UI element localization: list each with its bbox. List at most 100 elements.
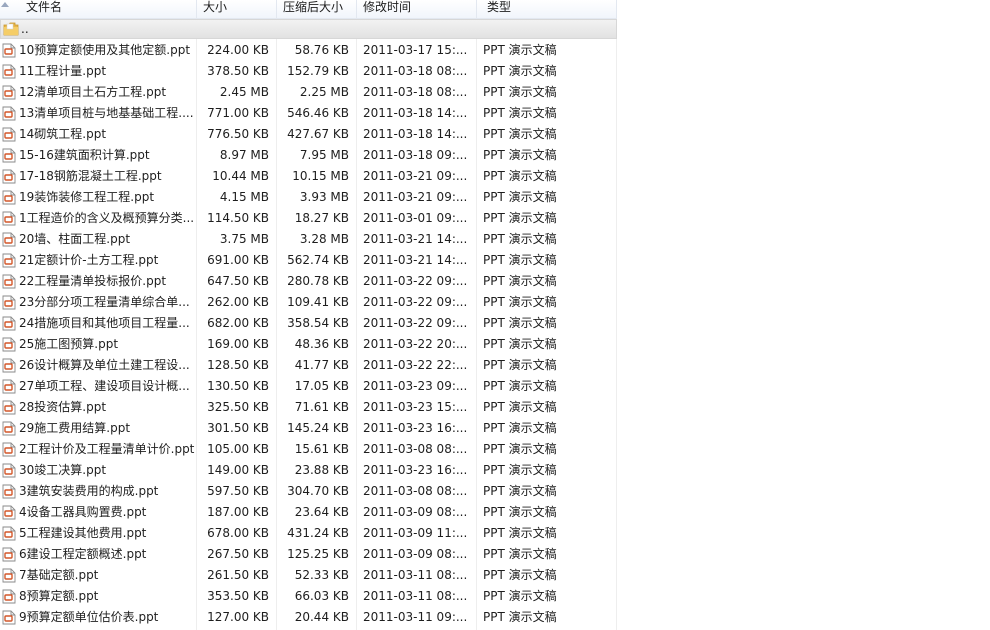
file-name: 28投资估算.ppt	[19, 400, 107, 414]
file-row[interactable]: 6建设工程定额概述.ppt 267.50 KB 125.25 KB 2011-03-0…	[0, 544, 617, 565]
file-row[interactable]: 2工程计价及工程量清单计价.ppt 105.00 KB 15.61 KB 2011-0…	[0, 439, 617, 460]
file-name: 21定额计价-土方工程.ppt	[19, 253, 159, 267]
ppt-file-icon	[2, 211, 16, 226]
file-name-cell: 23分部分项工程量清单综合单...	[0, 292, 196, 313]
file-row[interactable]: 28投资估算.ppt 325.50 KB 71.61 KB 2011-03-23 15…	[0, 397, 617, 418]
column-header-size[interactable]: 大小	[197, 0, 277, 18]
file-row[interactable]: 30竣工决算.ppt 149.00 KB 23.88 KB 2011-03-23 16…	[0, 460, 617, 481]
ppt-file-icon	[2, 316, 16, 331]
file-row[interactable]: 21定额计价-土方工程.ppt 691.00 KB 562.74 KB 2011-03…	[0, 250, 617, 271]
file-compressed-size: 304.70 KB	[287, 484, 349, 498]
file-row[interactable]: 7基础定额.ppt 261.50 KB 52.33 KB 2011-03-11 08:…	[0, 565, 617, 586]
file-modified-time: 2011-03-09 08:...	[363, 505, 468, 519]
file-name-cell: 11工程计量.ppt	[0, 61, 196, 82]
file-name: 2工程计价及工程量清单计价.ppt	[19, 442, 195, 456]
file-name-cell: 7基础定额.ppt	[0, 565, 196, 586]
file-modified-time: 2011-03-21 14:...	[363, 232, 468, 246]
file-type: PPT 演示文稿	[483, 253, 557, 267]
sort-up-icon	[1, 2, 9, 7]
file-compressed-size: 427.67 KB	[287, 127, 349, 141]
file-row[interactable]: 27单项工程、建设项目设计概... 130.50 KB 17.05 KB 2011-0…	[0, 376, 617, 397]
file-name-cell: 24措施项目和其他项目工程量...	[0, 313, 196, 334]
file-row[interactable]: 17-18钢筋混凝土工程.ppt 10.44 MB 10.15 MB 2011-03-…	[0, 166, 617, 187]
file-name: 11工程计量.ppt	[19, 64, 107, 78]
file-row[interactable]: 10预算定额使用及其他定额.ppt 224.00 KB 58.76 KB 2011-0…	[0, 40, 617, 61]
file-row[interactable]: 3建筑安装费用的构成.ppt 597.50 KB 304.70 KB 2011-03-…	[0, 481, 617, 502]
file-type: PPT 演示文稿	[483, 379, 557, 393]
file-row[interactable]: 14砌筑工程.ppt 776.50 KB 427.67 KB 2011-03-18 1…	[0, 124, 617, 145]
ppt-file-icon	[2, 190, 16, 205]
file-size: 597.50 KB	[207, 484, 269, 498]
file-compressed-size: 358.54 KB	[287, 316, 349, 330]
file-type: PPT 演示文稿	[483, 505, 557, 519]
file-modified-time: 2011-03-23 16:...	[363, 463, 468, 477]
file-type: PPT 演示文稿	[483, 358, 557, 372]
file-type: PPT 演示文稿	[483, 568, 557, 582]
parent-directory-row[interactable]: ..	[0, 19, 617, 39]
file-row[interactable]: 9预算定额单位估价表.ppt 127.00 KB 20.44 KB 2011-03-1…	[0, 607, 617, 628]
column-header-modified[interactable]: 修改时间	[357, 0, 477, 18]
file-size: 353.50 KB	[207, 589, 269, 603]
file-modified-time: 2011-03-08 08:...	[363, 442, 468, 456]
ppt-file-icon	[2, 442, 16, 457]
file-row[interactable]: 25施工图预算.ppt 169.00 KB 48.36 KB 2011-03-22 2…	[0, 334, 617, 355]
file-compressed-size: 52.33 KB	[294, 568, 349, 582]
file-size: 267.50 KB	[207, 547, 269, 561]
file-size: 378.50 KB	[207, 64, 269, 78]
file-name-cell: 3建筑安装费用的构成.ppt	[0, 481, 196, 502]
file-modified-time: 2011-03-23 09:...	[363, 379, 468, 393]
file-row[interactable]: 19装饰装修工程工程.ppt 4.15 MB 3.93 MB 2011-03-21 0…	[0, 187, 617, 208]
file-row[interactable]: 4设备工器具购置费.ppt 187.00 KB 23.64 KB 2011-03-09…	[0, 502, 617, 523]
file-row[interactable]: 29施工费用结算.ppt 301.50 KB 145.24 KB 2011-03-23…	[0, 418, 617, 439]
file-name: 26设计概算及单位土建工程设...	[19, 358, 190, 372]
file-size: 4.15 MB	[219, 190, 269, 204]
file-row[interactable]: 11工程计量.ppt 378.50 KB 152.79 KB 2011-03-18 0…	[0, 61, 617, 82]
file-name-cell: 10预算定额使用及其他定额.ppt	[0, 40, 196, 61]
file-compressed-size: 3.93 MB	[299, 190, 349, 204]
file-modified-time: 2011-03-11 09:...	[363, 610, 468, 624]
file-type: PPT 演示文稿	[483, 64, 557, 78]
file-row[interactable]: 1工程造价的含义及概预算分类... 114.50 KB 18.27 KB 2011-0…	[0, 208, 617, 229]
file-modified-time: 2011-03-22 09:...	[363, 295, 468, 309]
file-row[interactable]: 8预算定额.ppt 353.50 KB 66.03 KB 2011-03-11 08:…	[0, 586, 617, 607]
file-name-cell: 27单项工程、建设项目设计概...	[0, 376, 196, 397]
file-compressed-size: 7.95 MB	[299, 148, 349, 162]
file-modified-time: 2011-03-21 09:...	[363, 169, 468, 183]
column-header-compressed-size[interactable]: 压缩后大小	[277, 0, 357, 18]
file-compressed-size: 15.61 KB	[294, 442, 349, 456]
file-modified-time: 2011-03-18 14:...	[363, 106, 468, 120]
file-row[interactable]: 23分部分项工程量清单综合单... 262.00 KB 109.41 KB 2011-…	[0, 292, 617, 313]
file-name: 7基础定额.ppt	[19, 568, 99, 582]
file-row[interactable]: 22工程量清单投标报价.ppt 647.50 KB 280.78 KB 2011-03…	[0, 271, 617, 292]
file-type: PPT 演示文稿	[483, 442, 557, 456]
file-size: 647.50 KB	[207, 274, 269, 288]
file-row[interactable]: 5工程建设其他费用.ppt 678.00 KB 431.24 KB 2011-03-0…	[0, 523, 617, 544]
ppt-file-icon	[2, 85, 16, 100]
file-name-cell: 6建设工程定额概述.ppt	[0, 544, 196, 565]
ppt-file-icon	[2, 127, 16, 142]
file-modified-time: 2011-03-23 16:...	[363, 421, 468, 435]
file-size: 10.44 MB	[212, 169, 269, 183]
ppt-file-icon	[2, 337, 16, 352]
file-row[interactable]: 20墙、柱面工程.ppt 3.75 MB 3.28 MB 2011-03-21 14:…	[0, 229, 617, 250]
file-name: 13清单项目桩与地基基础工程....	[19, 106, 194, 120]
file-row[interactable]: 12清单项目土石方工程.ppt 2.45 MB 2.25 MB 2011-03-18 …	[0, 82, 617, 103]
file-name-cell: 26设计概算及单位土建工程设...	[0, 355, 196, 376]
file-row[interactable]: 15-16建筑面积计算.ppt 8.97 MB 7.95 MB 2011-03-18 …	[0, 145, 617, 166]
file-row[interactable]: 13清单项目桩与地基基础工程.... 771.00 KB 546.46 KB 2011…	[0, 103, 617, 124]
file-size: 771.00 KB	[207, 106, 269, 120]
file-name: 22工程量清单投标报价.ppt	[19, 274, 167, 288]
file-size: 187.00 KB	[207, 505, 269, 519]
file-compressed-size: 125.25 KB	[287, 547, 349, 561]
file-type: PPT 演示文稿	[483, 421, 557, 435]
column-header-type[interactable]: 类型	[477, 0, 617, 18]
file-row[interactable]: 26设计概算及单位土建工程设... 128.50 KB 41.77 KB 2011-0…	[0, 355, 617, 376]
column-header-name[interactable]: 文件名	[0, 0, 197, 18]
file-name: 4设备工器具购置费.ppt	[19, 505, 147, 519]
file-compressed-size: 546.46 KB	[287, 106, 349, 120]
ppt-file-icon	[2, 169, 16, 184]
column-header: 文件名 大小 压缩后大小 修改时间 类型	[0, 0, 617, 19]
file-compressed-size: 152.79 KB	[287, 64, 349, 78]
file-row[interactable]: 24措施项目和其他项目工程量... 682.00 KB 358.54 KB 2011-…	[0, 313, 617, 334]
file-type: PPT 演示文稿	[483, 400, 557, 414]
